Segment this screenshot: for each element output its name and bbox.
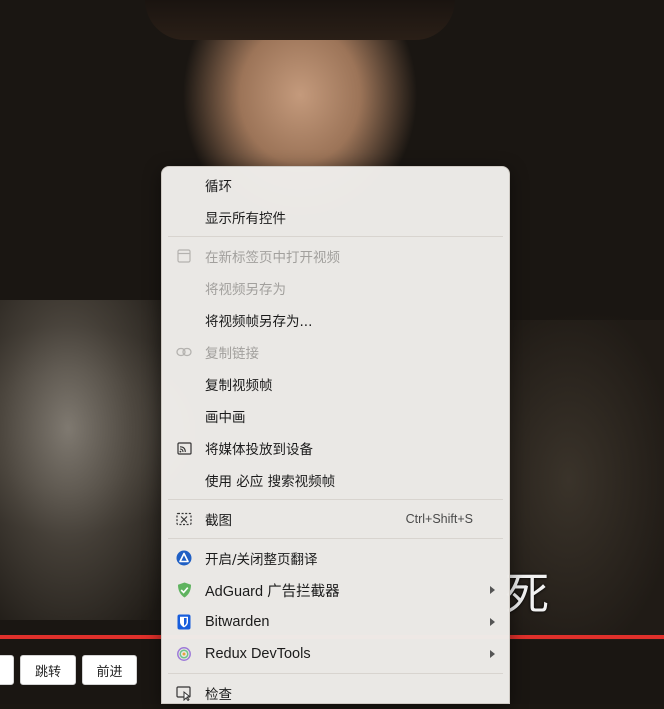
submenu-arrow-icon bbox=[490, 650, 495, 658]
redux-icon bbox=[176, 646, 192, 662]
menu-item-label: 使用 必应 搜索视频帧 bbox=[205, 474, 336, 490]
menu-item-adguard[interactable]: AdGuard 广告拦截器 bbox=[162, 574, 509, 606]
menu-item-bitwarden[interactable]: Bitwarden bbox=[162, 606, 509, 638]
menu-item-label: 显示所有控件 bbox=[205, 211, 286, 227]
new-tab-icon bbox=[176, 248, 192, 264]
menu-item-label: 将视频另存为 bbox=[205, 282, 286, 298]
screenshot-icon bbox=[176, 511, 192, 527]
menu-item-show-controls[interactable]: 显示所有控件 bbox=[162, 201, 509, 233]
translate-icon bbox=[176, 550, 192, 566]
menu-separator bbox=[168, 673, 503, 674]
menu-item-label: 循环 bbox=[205, 179, 232, 195]
video-figure-robe bbox=[0, 300, 170, 620]
submenu-arrow-icon bbox=[490, 618, 495, 626]
menu-item-redux-devtools[interactable]: Redux DevTools bbox=[162, 638, 509, 670]
context-menu: 循环 显示所有控件 在新标签页中打开视频 将视频另存为 将视频帧另存为... 复… bbox=[161, 166, 510, 704]
adguard-shield-icon bbox=[176, 582, 192, 598]
menu-item-toggle-translation[interactable]: 开启/关闭整页翻译 bbox=[162, 542, 509, 574]
menu-item-save-video-as: 将视频另存为 bbox=[162, 272, 509, 304]
menu-item-label: 开启/关闭整页翻译 bbox=[205, 552, 318, 568]
menu-item-save-frame-as[interactable]: 将视频帧另存为... bbox=[162, 304, 509, 336]
shortcut-hint: Ctrl+Shift+S bbox=[405, 512, 473, 526]
menu-item-bing-search-frame[interactable]: 使用 必应 搜索视频帧 bbox=[162, 464, 509, 496]
menu-item-inspect[interactable]: 检查 bbox=[162, 677, 509, 709]
cast-icon bbox=[176, 440, 192, 456]
video-subtitle: 死 bbox=[505, 569, 549, 620]
menu-item-label: 在新标签页中打开视频 bbox=[205, 250, 340, 266]
link-icon bbox=[176, 344, 192, 360]
menu-item-label: 将视频帧另存为... bbox=[205, 314, 313, 330]
menu-item-label: Bitwarden bbox=[205, 614, 270, 630]
menu-item-label: 画中画 bbox=[205, 410, 246, 426]
menu-item-label: AdGuard 广告拦截器 bbox=[205, 583, 340, 600]
menu-item-copy-frame[interactable]: 复制视频帧 bbox=[162, 368, 509, 400]
menu-separator bbox=[168, 499, 503, 500]
menu-item-loop[interactable]: 循环 bbox=[162, 169, 509, 201]
menu-item-label: 截图 bbox=[205, 513, 232, 529]
menu-item-open-video-new-tab: 在新标签页中打开视频 bbox=[162, 240, 509, 272]
menu-item-label: 检查 bbox=[205, 687, 232, 703]
menu-item-picture-in-picture[interactable]: 画中画 bbox=[162, 400, 509, 432]
player-button-partial[interactable] bbox=[0, 655, 14, 685]
menu-item-cast-media[interactable]: 将媒体投放到设备 bbox=[162, 432, 509, 464]
menu-item-label: Redux DevTools bbox=[205, 646, 311, 662]
menu-item-copy-link: 复制链接 bbox=[162, 336, 509, 368]
menu-item-label: 将媒体投放到设备 bbox=[205, 442, 313, 458]
menu-separator bbox=[168, 538, 503, 539]
menu-item-screenshot[interactable]: 截图 Ctrl+Shift+S bbox=[162, 503, 509, 535]
video-figure-hair bbox=[145, 0, 455, 40]
jump-button[interactable]: 跳转 bbox=[20, 655, 76, 685]
menu-item-label: 复制视频帧 bbox=[205, 378, 273, 394]
menu-separator bbox=[168, 236, 503, 237]
menu-item-label: 复制链接 bbox=[205, 346, 259, 362]
submenu-arrow-icon bbox=[490, 586, 495, 594]
bitwarden-shield-icon bbox=[176, 614, 192, 630]
inspect-icon bbox=[176, 685, 192, 701]
forward-button[interactable]: 前进 bbox=[82, 655, 137, 685]
